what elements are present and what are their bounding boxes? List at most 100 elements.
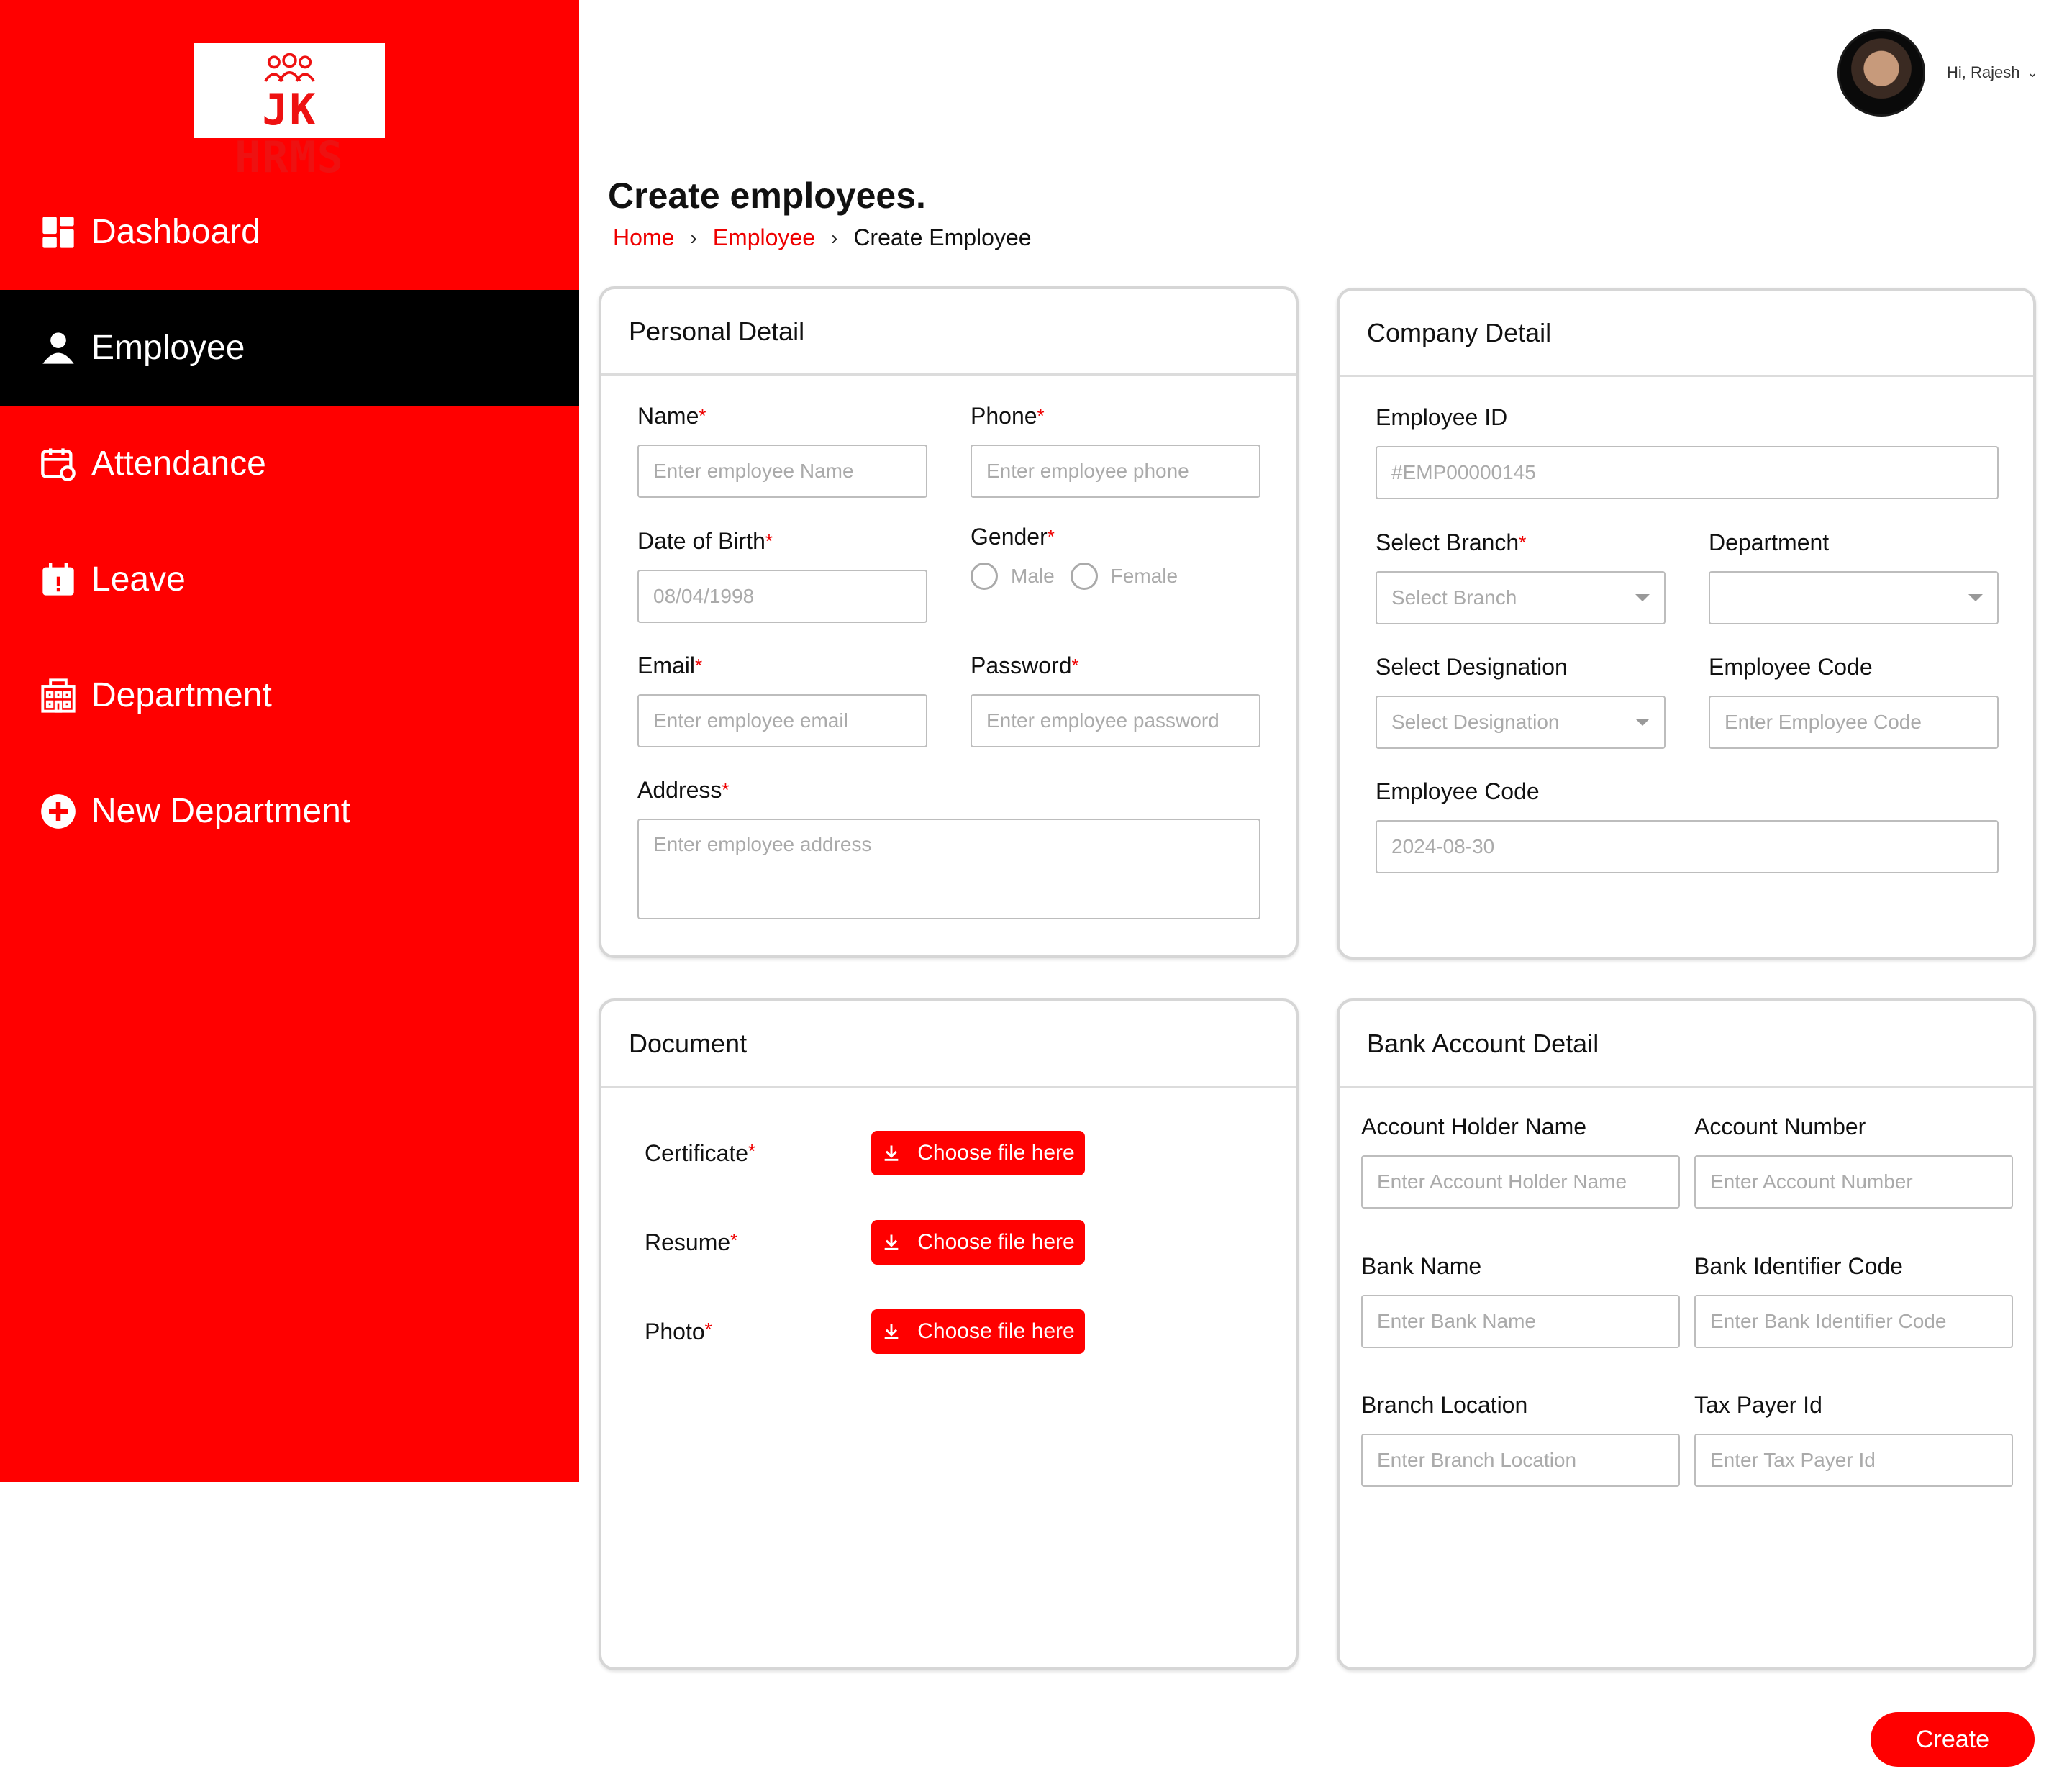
bic-input[interactable] bbox=[1694, 1295, 2013, 1348]
radio-circle[interactable] bbox=[1070, 563, 1098, 590]
radio-label: Female bbox=[1110, 565, 1178, 587]
sidebar-item-employee[interactable]: Employee bbox=[0, 290, 579, 406]
logo-text: JK HRMS bbox=[235, 85, 345, 183]
bic-label: Bank Identifier Code bbox=[1694, 1253, 1903, 1279]
employee-id-label: Employee ID bbox=[1376, 404, 1508, 430]
tax-payer-input[interactable] bbox=[1694, 1434, 2013, 1487]
designation-field-group: Select Designation Select Designation bbox=[1376, 654, 1666, 749]
chevron-down-icon[interactable]: ⌄ bbox=[2027, 65, 2037, 81]
chevron-right-icon: › bbox=[690, 226, 697, 249]
user-greeting[interactable]: Hi, Rajesh bbox=[1947, 63, 2019, 82]
dashboard-icon bbox=[40, 214, 77, 251]
sidebar-item-dashboard[interactable]: Dashboard bbox=[0, 174, 579, 290]
designation-label: Select Designation bbox=[1376, 654, 1568, 680]
sidebar-item-label: Dashboard bbox=[91, 213, 260, 251]
radio-circle[interactable] bbox=[971, 563, 998, 590]
gender-radio-group: Male Female bbox=[971, 550, 1260, 603]
account-holder-input[interactable] bbox=[1361, 1155, 1680, 1209]
bic-field-group: Bank Identifier Code bbox=[1694, 1253, 2013, 1348]
phone-input[interactable] bbox=[971, 445, 1260, 498]
company-detail-card: Company Detail Employee ID Select Branch… bbox=[1337, 288, 2036, 960]
dob-label: Date of Birth* bbox=[637, 528, 773, 554]
employee-code-label: Employee Code bbox=[1709, 654, 1873, 680]
name-label: Name* bbox=[637, 403, 706, 429]
employee-code-input[interactable] bbox=[1709, 696, 1999, 749]
sidebar-item-new-department[interactable]: New Department bbox=[0, 753, 579, 869]
card-title: Document bbox=[601, 1001, 1296, 1088]
email-label: Email* bbox=[637, 652, 703, 678]
radio-label: Male bbox=[1011, 565, 1055, 587]
gender-field-group: Gender* Male Female bbox=[971, 524, 1260, 603]
designation-select[interactable]: Select Designation bbox=[1376, 696, 1666, 749]
phone-field-group: Phone* bbox=[971, 403, 1260, 498]
sidebar-item-label: Department bbox=[91, 676, 272, 714]
bank-account-card: Bank Account Detail Account Holder Name … bbox=[1337, 998, 2036, 1670]
account-number-input[interactable] bbox=[1694, 1155, 2013, 1209]
breadcrumb-home[interactable]: Home bbox=[613, 224, 674, 251]
user-menu[interactable]: Hi, Rajesh ⌄ bbox=[1837, 29, 2038, 117]
building-icon bbox=[40, 677, 77, 714]
branch-label: Select Branch* bbox=[1376, 529, 1527, 555]
download-icon bbox=[884, 1324, 899, 1339]
button-label: Choose file here bbox=[917, 1141, 1075, 1165]
password-input[interactable] bbox=[971, 694, 1260, 747]
create-button[interactable]: Create bbox=[1871, 1712, 2035, 1767]
sidebar-item-label: New Department bbox=[91, 792, 351, 830]
name-input[interactable] bbox=[637, 445, 927, 498]
employee-code-date-input[interactable] bbox=[1376, 820, 1999, 873]
sidebar-item-attendance[interactable]: Attendance bbox=[0, 406, 579, 522]
sidebar-item-leave[interactable]: Leave bbox=[0, 522, 579, 637]
branch-location-label: Branch Location bbox=[1361, 1392, 1528, 1418]
resume-upload-button[interactable]: Choose file here bbox=[871, 1220, 1085, 1265]
address-label: Address* bbox=[637, 777, 730, 803]
branch-select[interactable]: Select Branch bbox=[1376, 571, 1666, 624]
department-select[interactable] bbox=[1709, 571, 1999, 624]
download-icon bbox=[884, 1234, 899, 1250]
card-title: Personal Detail bbox=[601, 289, 1296, 376]
photo-upload-button[interactable]: Choose file here bbox=[871, 1309, 1085, 1354]
sidebar-nav: Dashboard Employee Attendance Leave Depa… bbox=[0, 174, 579, 869]
certificate-upload-button[interactable]: Choose file here bbox=[871, 1131, 1085, 1175]
address-field-group: Address* bbox=[637, 777, 1260, 923]
branch-field-group: Select Branch* Select Branch bbox=[1376, 529, 1666, 624]
employee-code-field-group: Employee Code bbox=[1709, 654, 1999, 749]
employee-id-input[interactable] bbox=[1376, 446, 1999, 499]
account-number-label: Account Number bbox=[1694, 1114, 1866, 1139]
photo-row: Photo* Choose file here bbox=[645, 1309, 1085, 1354]
employee-code-date-label: Employee Code bbox=[1376, 778, 1540, 804]
branch-location-input[interactable] bbox=[1361, 1434, 1680, 1487]
gender-male-radio[interactable]: Male bbox=[971, 563, 1055, 590]
gender-label: Gender* bbox=[971, 524, 1055, 550]
sidebar-item-label: Leave bbox=[91, 560, 186, 599]
people-logo-icon bbox=[194, 52, 385, 86]
caret-down-icon bbox=[1968, 594, 1983, 601]
employee-id-field-group: Employee ID bbox=[1376, 404, 1999, 499]
designation-select-value: Select Designation bbox=[1391, 711, 1560, 733]
app-logo[interactable]: JK HRMS bbox=[194, 43, 385, 181]
breadcrumb: Home › Employee › Create Employee bbox=[613, 224, 1032, 251]
calendar-clock-icon bbox=[40, 445, 77, 483]
gender-female-radio[interactable]: Female bbox=[1070, 563, 1178, 590]
sidebar-item-label: Attendance bbox=[91, 445, 266, 483]
page-title: Create employees. bbox=[608, 176, 926, 216]
tax-payer-field-group: Tax Payer Id bbox=[1694, 1392, 2013, 1487]
account-holder-label: Account Holder Name bbox=[1361, 1114, 1587, 1139]
sidebar-item-label: Employee bbox=[91, 329, 245, 367]
dob-input[interactable] bbox=[637, 570, 927, 623]
certificate-row: Certificate* Choose file here bbox=[645, 1131, 1085, 1175]
tax-payer-label: Tax Payer Id bbox=[1694, 1392, 1822, 1418]
branch-location-field-group: Branch Location bbox=[1361, 1392, 1680, 1487]
address-input[interactable] bbox=[637, 819, 1260, 919]
bank-name-input[interactable] bbox=[1361, 1295, 1680, 1348]
sidebar-item-department[interactable]: Department bbox=[0, 637, 579, 753]
avatar[interactable] bbox=[1837, 29, 1925, 117]
download-icon bbox=[884, 1145, 899, 1161]
person-icon bbox=[40, 329, 77, 367]
breadcrumb-current: Create Employee bbox=[853, 224, 1032, 250]
email-input[interactable] bbox=[637, 694, 927, 747]
breadcrumb-employee[interactable]: Employee bbox=[713, 224, 815, 251]
calendar-alert-icon bbox=[40, 561, 77, 599]
employee-code-date-field-group: Employee Code bbox=[1376, 778, 1999, 873]
department-field-group: Department bbox=[1709, 529, 1999, 624]
resume-row: Resume* Choose file here bbox=[645, 1220, 1085, 1265]
